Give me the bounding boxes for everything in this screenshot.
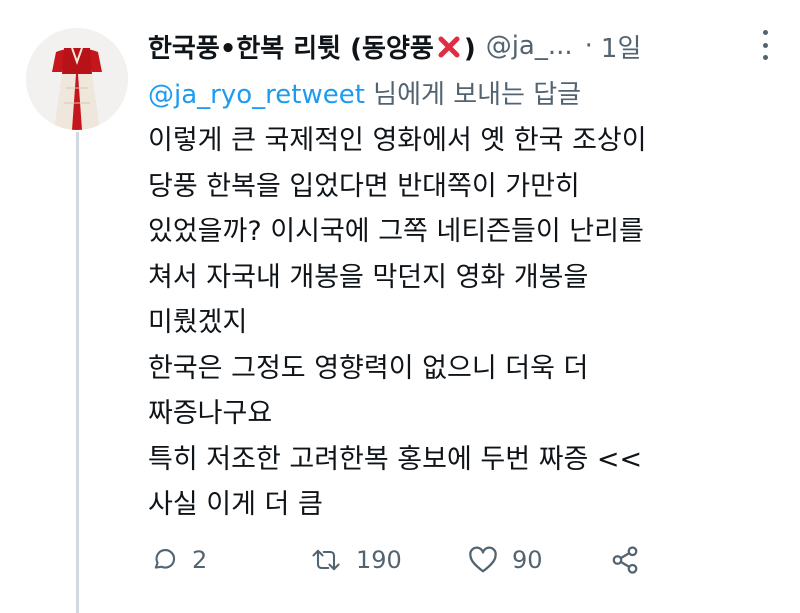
hanbok-figure-avatar — [26, 28, 128, 130]
retweet-button[interactable]: 190 — [310, 546, 468, 574]
red-cross-mark-icon — [438, 36, 460, 57]
share-button[interactable] — [610, 545, 654, 575]
reply-icon — [154, 549, 176, 569]
avatar[interactable] — [26, 28, 128, 130]
action-bar: 2 190 90 — [150, 540, 654, 580]
tweet-header: 한국풍•한복 리튓 (동양풍) @ja_... · 1일 — [148, 26, 788, 66]
time-separator: · — [584, 31, 593, 61]
user-handle[interactable]: @ja_... — [486, 31, 573, 61]
tweet-text: 이렇게 큰 국제적인 영화에서 옛 한국 조상이 당풍 한복을 입었다면 반대쪽… — [148, 125, 647, 520]
retweet-icon — [312, 549, 340, 571]
reply-context: @ja_ryo_retweet 님에게 보내는 답글 — [148, 74, 581, 111]
reply-context-text: 님에게 보내는 답글 — [364, 80, 582, 110]
heart-icon — [469, 546, 497, 573]
display-name[interactable]: 한국풍•한복 리튓 (동양풍) — [148, 28, 476, 65]
display-name-text: 한국풍•한복 리튓 (동양풍 — [148, 33, 434, 64]
retweet-count: 190 — [356, 546, 402, 574]
reply-button[interactable]: 2 — [150, 546, 310, 574]
like-count: 90 — [512, 546, 543, 574]
timestamp[interactable]: 1일 — [601, 28, 641, 65]
reply-mention-link[interactable]: @ja_ryo_retweet — [148, 80, 365, 110]
display-name-suffix: ) — [463, 33, 476, 64]
share-icon — [612, 546, 638, 574]
vertical-ellipsis-icon[interactable] — [760, 30, 770, 60]
like-button[interactable]: 90 — [468, 546, 610, 574]
thread-line — [76, 132, 79, 613]
reply-count: 2 — [192, 546, 208, 574]
